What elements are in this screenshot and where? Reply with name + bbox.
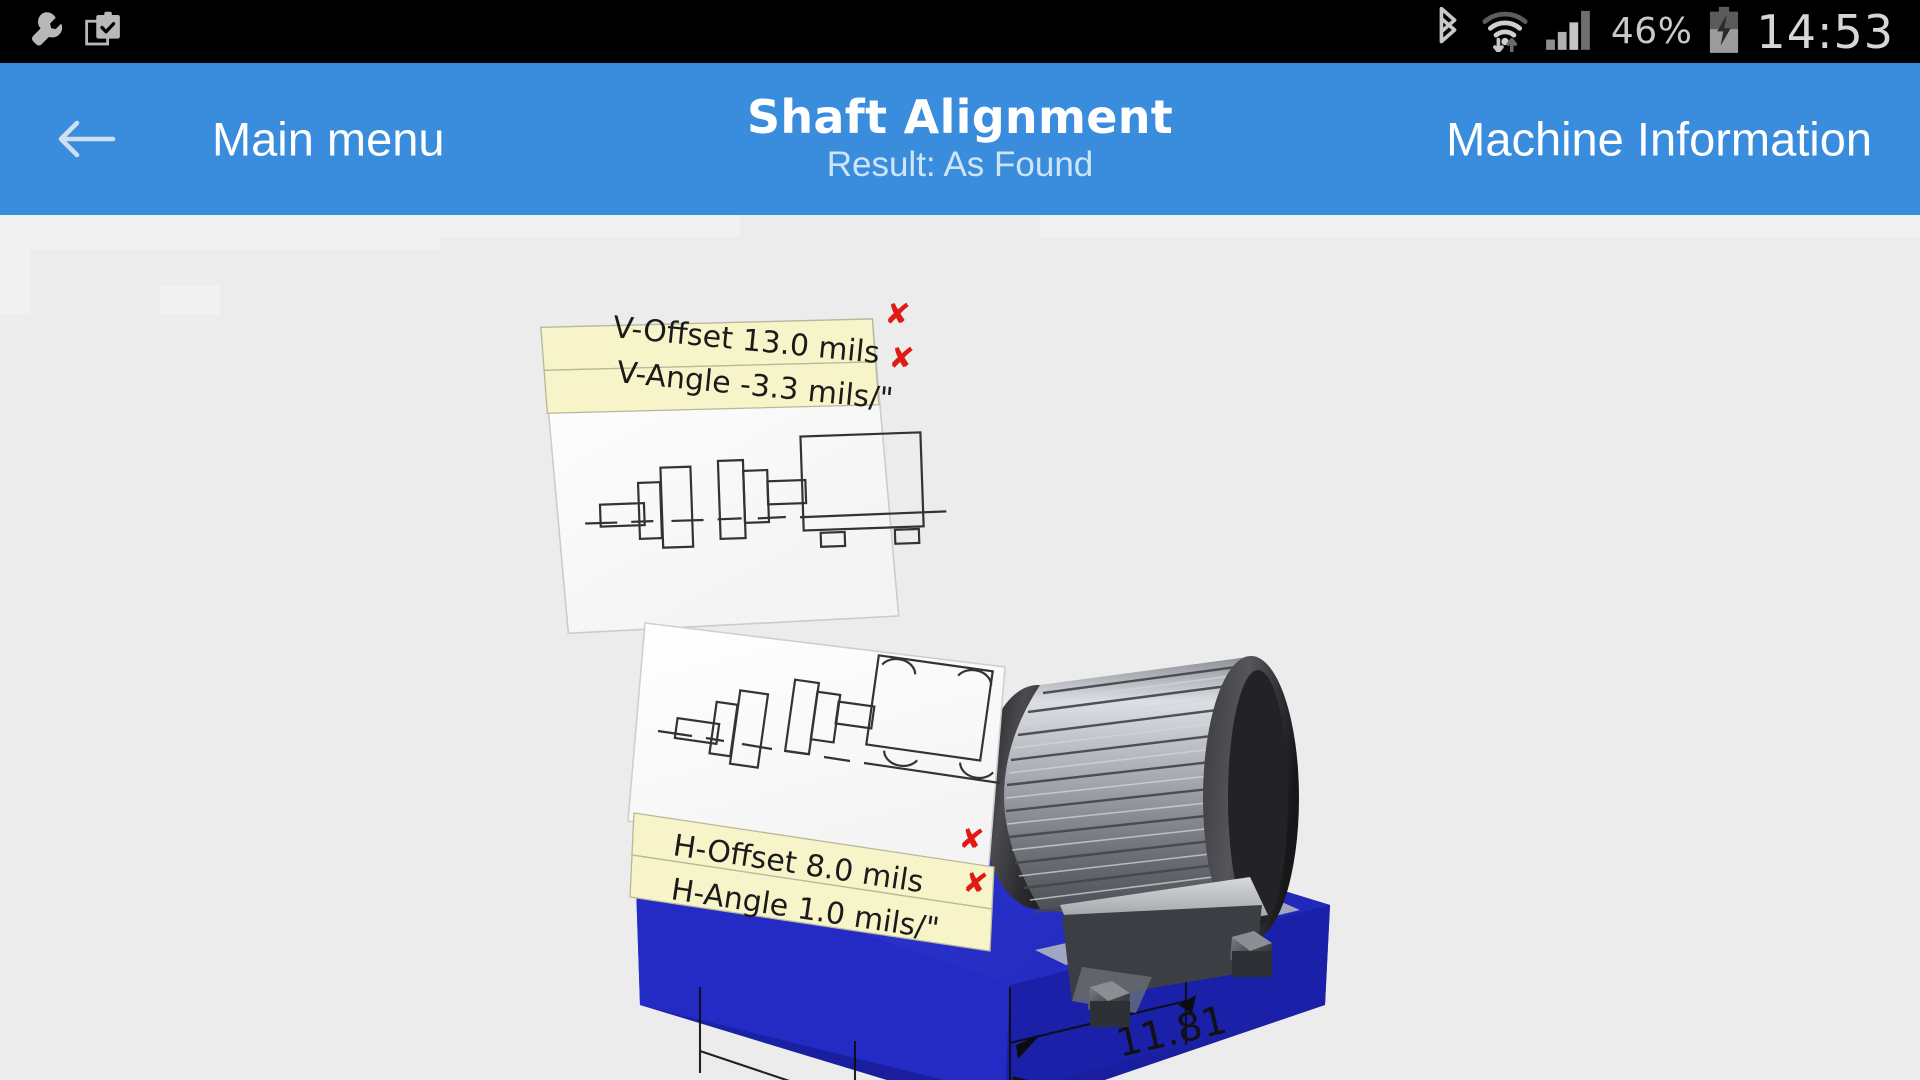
status-bar-right-icons: 46% 14:53 — [1431, 6, 1920, 58]
header-title-block: Shaft Alignment Result: As Found — [510, 93, 1410, 185]
wifi-icon — [1481, 8, 1529, 56]
battery-percent-label: 46% — [1610, 11, 1693, 52]
h-angle-status-icon: ✘ — [961, 864, 990, 901]
cellular-signal-icon — [1545, 9, 1595, 55]
clipboard-check-icon — [84, 9, 126, 55]
back-arrow-icon[interactable] — [55, 114, 117, 164]
bluetooth-icon — [1431, 6, 1465, 57]
v-angle-status-icon: ✘ — [887, 340, 915, 377]
page-title: Shaft Alignment — [746, 89, 1174, 144]
shaft-alignment-scene: 7.87 11.81 — [540, 296, 1330, 1080]
page-subtitle: Result: As Found — [826, 145, 1094, 185]
v-offset-status-icon: ✘ — [883, 296, 911, 333]
battery-charging-icon — [1708, 6, 1740, 58]
status-bar: 46% 14:53 — [0, 0, 1920, 63]
wrench-icon — [28, 9, 70, 55]
machine-information-button[interactable]: Machine Information — [1446, 112, 1872, 167]
status-bar-left-icons — [0, 9, 126, 55]
app-header: Main menu Shaft Alignment Result: As Fou… — [0, 63, 1920, 215]
main-menu-button[interactable]: Main menu — [212, 112, 445, 167]
h-offset-status-icon: ✘ — [957, 820, 986, 857]
clock-label: 14:53 — [1756, 4, 1894, 59]
main-content: 7.87 11.81 — [0, 215, 1920, 1080]
